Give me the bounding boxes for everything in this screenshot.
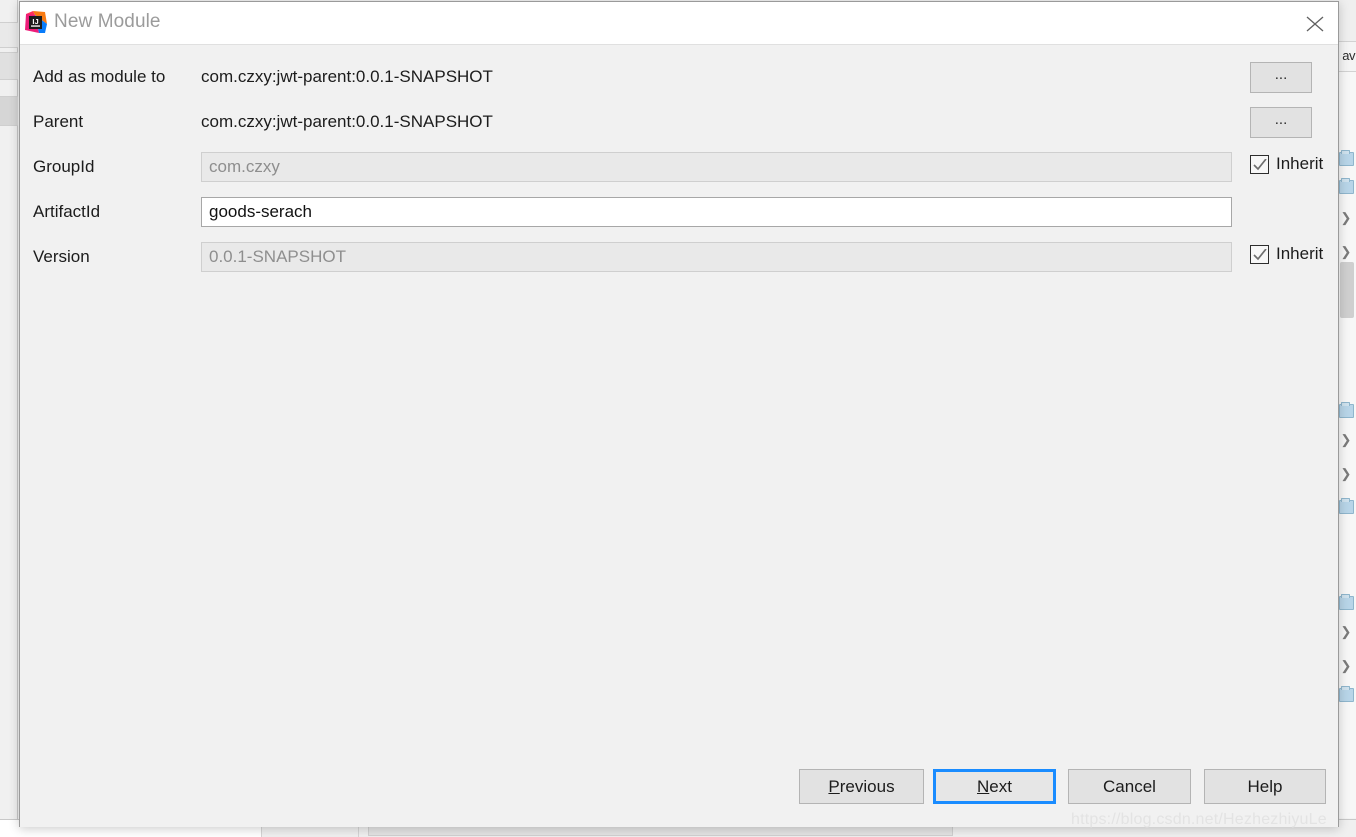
project-tree-header-1 [1336,0,1356,42]
form-row-parent: Parent com.czxy:jwt-parent:0.0.1-SNAPSHO… [20,107,1338,138]
previous-button-label: revious [839,776,895,796]
version-input[interactable] [201,242,1232,272]
help-button-label: Help [1247,776,1283,796]
close-icon[interactable] [1292,2,1338,44]
label-version: Version [33,247,90,266]
inherit-label-groupid: Inherit [1276,154,1324,173]
value-parent: com.czxy:jwt-parent:0.0.1-SNAPSHOT [201,112,493,131]
dialog-titlebar: IJ New Module [20,2,1338,45]
tree-folder-icon[interactable] [1339,178,1354,194]
browse-button-parent[interactable]: ... [1250,107,1312,138]
label-add-as-module-to: Add as module to [33,67,166,86]
ide-left-toolbar-strip [0,0,18,837]
groupid-input[interactable] [201,152,1232,182]
project-tree-panel[interactable]: av ❯ ❯ ❱ ❯ ❯ ❯ ❯ [1336,0,1356,818]
label-artifactid: ArtifactId [33,202,101,221]
dialog-title: New Module [54,11,161,32]
dialog-button-bar: Previous Next Cancel Help [20,755,1338,827]
inherit-label-version: Inherit [1276,244,1324,263]
svg-text:IJ: IJ [32,17,38,26]
chevron-right-icon[interactable]: ❯ [1338,210,1354,226]
artifactid-input[interactable] [201,197,1232,227]
chevron-right-icon[interactable]: ❯ [1338,624,1354,640]
label-groupid: GroupId [33,157,95,176]
inherit-checkbox-version[interactable]: Inherit [1250,244,1323,264]
project-tree-scrollbar-thumb[interactable] [1340,262,1354,318]
ide-left-tab-3[interactable] [0,96,18,126]
intellij-idea-logo-icon: IJ [25,11,47,33]
label-parent: Parent [33,112,84,131]
help-button[interactable]: Help [1204,769,1326,804]
cancel-button-label: Cancel [1103,776,1156,796]
inherit-checkbox-groupid[interactable]: Inherit [1250,154,1323,174]
chevron-right-icon[interactable]: ❯ [1338,658,1354,674]
previous-button[interactable]: Previous [799,769,924,804]
tree-folder-icon[interactable] [1339,402,1354,418]
next-button-mnemonic: N [977,776,990,796]
next-button[interactable]: Next [933,769,1056,804]
browse-button-add-as-module-to[interactable]: ... [1250,62,1312,93]
chevron-right-icon[interactable]: ❯ [1338,466,1354,482]
checkbox-checked-icon [1250,154,1269,174]
ide-left-tab-2[interactable] [0,52,18,80]
value-add-as-module-to: com.czxy:jwt-parent:0.0.1-SNAPSHOT [201,67,493,86]
cancel-button[interactable]: Cancel [1068,769,1191,804]
maven-nav-label: av [1342,48,1355,63]
tree-folder-icon[interactable] [1339,498,1354,514]
chevron-right-icon[interactable]: ❯ [1338,244,1354,260]
checkbox-checked-icon [1250,244,1269,264]
form-row-add-as-module-to: Add as module to com.czxy:jwt-parent:0.0… [20,62,1338,93]
form-row-version: Version Inherit [20,242,1338,272]
ide-left-tab-1[interactable] [0,22,18,48]
dialog-body: Add as module to com.czxy:jwt-parent:0.0… [20,45,1338,827]
previous-button-mnemonic: P [828,776,840,796]
form-row-artifactid: ArtifactId [20,197,1338,227]
next-button-label: ext [989,776,1012,796]
new-module-dialog: IJ New Module Add as module to com.czxy:… [19,1,1339,827]
form-row-groupid: GroupId Inherit [20,152,1338,182]
tree-folder-icon[interactable] [1339,686,1354,702]
tree-folder-icon[interactable] [1339,594,1354,610]
chevron-right-icon[interactable]: ❯ [1338,432,1354,448]
tree-folder-icon[interactable] [1339,150,1354,166]
